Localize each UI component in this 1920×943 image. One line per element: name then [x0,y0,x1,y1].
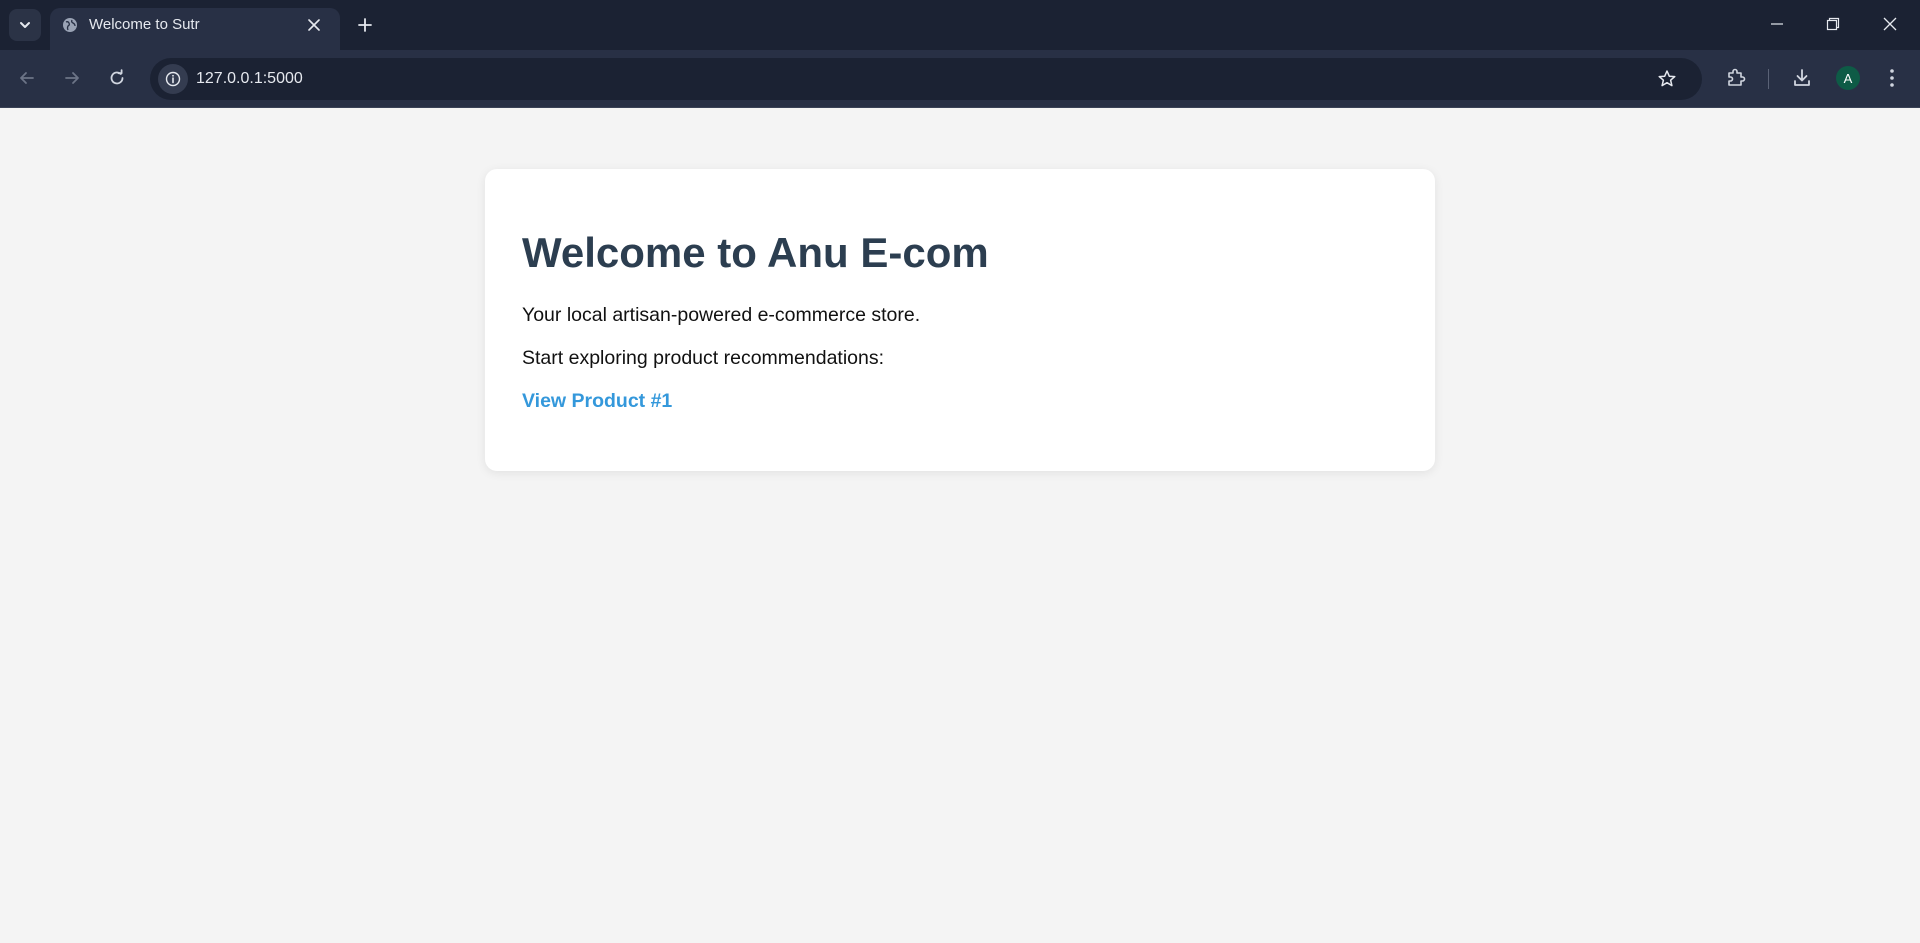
restore-icon [1826,17,1840,31]
view-product-link[interactable]: View Product #1 [522,391,672,412]
download-icon [1791,67,1813,89]
arrow-left-icon [18,69,36,87]
star-icon[interactable] [1656,68,1678,90]
forward-button[interactable] [56,62,88,94]
url-text[interactable]: 127.0.0.1:5000 [196,70,303,88]
reload-icon [108,69,126,87]
puzzle-icon [1725,67,1747,89]
close-window-button[interactable] [1872,10,1908,38]
page-viewport: Welcome to Anu E-com Your local artisan-… [0,109,1920,943]
kebab-menu-icon [1889,68,1895,88]
info-icon [165,71,181,87]
new-tab-button[interactable] [352,12,378,38]
plus-icon [357,17,373,33]
back-button[interactable] [11,62,43,94]
browser-tab[interactable]: Welcome to Sutr [50,8,340,50]
restore-button[interactable] [1815,10,1851,38]
close-icon[interactable] [305,16,323,34]
downloads-button[interactable] [1786,62,1818,94]
site-info-button[interactable] [158,64,188,94]
minimize-icon [1770,17,1784,31]
globe-icon [62,17,78,33]
profile-avatar[interactable]: A [1836,66,1860,90]
arrow-right-icon [63,69,81,87]
browser-toolbar: 127.0.0.1:5000 A [0,50,1920,108]
toolbar-divider [1768,69,1769,89]
address-bar[interactable]: 127.0.0.1:5000 [150,58,1702,100]
minimize-button[interactable] [1759,10,1795,38]
tab-search-button[interactable] [9,9,41,41]
extensions-button[interactable] [1720,62,1752,94]
prompt-text: Start exploring product recommendations: [522,347,885,369]
close-icon [1883,17,1897,31]
welcome-card: Welcome to Anu E-com Your local artisan-… [485,169,1435,471]
tagline-text: Your local artisan-powered e-commerce st… [522,304,921,326]
page-title: Welcome to Anu E-com [522,229,989,276]
tab-strip: Welcome to Sutr [0,0,1920,50]
tab-title: Welcome to Sutr [89,16,200,33]
reload-button[interactable] [101,62,133,94]
browser-menu-button[interactable] [1876,62,1908,94]
chevron-down-icon [18,18,32,32]
